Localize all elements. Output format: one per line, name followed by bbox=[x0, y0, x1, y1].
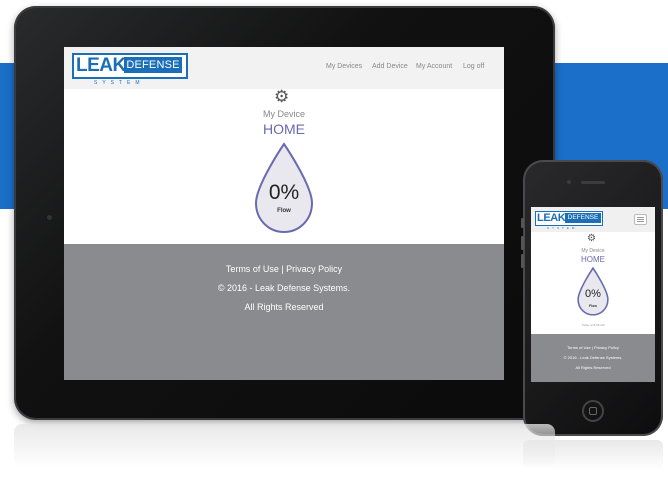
mobile-logo-system-text: SYSTEM bbox=[547, 226, 578, 230]
mobile-footer-copyright: © 2016 - Leak Defense Systems. bbox=[563, 355, 623, 360]
site-footer: Terms of Use | Privacy Policy © 2016 - L… bbox=[64, 244, 504, 380]
mobile-gear-icon[interactable]: ⚙ bbox=[587, 234, 596, 244]
footer-links[interactable]: Terms of Use | Privacy Policy bbox=[64, 264, 504, 274]
mobile-device-name: HOME bbox=[581, 255, 605, 264]
device-label: My Device bbox=[262, 109, 305, 119]
flow-percent: 0% bbox=[268, 181, 300, 204]
mobile-footer-rights: All Rights Reserved bbox=[575, 365, 611, 370]
mobile-flow-percent: 0% bbox=[585, 288, 601, 300]
footer-rights: All Rights Reserved bbox=[244, 302, 324, 312]
logo-defense-text: DEFENSE bbox=[124, 57, 182, 73]
home-button-square-icon bbox=[589, 407, 597, 415]
tablet-camera bbox=[47, 215, 52, 220]
phone-volume-down bbox=[521, 254, 524, 268]
nav-my-devices[interactable]: My Devices bbox=[326, 63, 362, 70]
tablet-reflection bbox=[14, 424, 555, 468]
gear-icon[interactable]: ⚙ bbox=[274, 88, 289, 105]
phone-volume-up bbox=[521, 236, 524, 250]
phone-speaker bbox=[581, 181, 605, 184]
phone-reflection bbox=[523, 440, 663, 470]
mobile-footer: Terms of Use | Privacy Policy © 2016 - L… bbox=[531, 334, 655, 382]
phone-camera bbox=[567, 180, 571, 184]
tablet-screen: LEAK DEFENSE SYSTEM My Devices Add Devic… bbox=[64, 47, 504, 380]
nav-add-device[interactable]: Add Device bbox=[372, 63, 408, 70]
device-name: HOME bbox=[263, 121, 305, 137]
phone-screen: LEAK DEFENSE SYSTEM ⚙ My Device HOME 0% … bbox=[531, 207, 655, 382]
nav-log-off[interactable]: Log off bbox=[463, 63, 484, 70]
mobile-device-label: My Device bbox=[581, 248, 605, 254]
hamburger-menu-icon[interactable] bbox=[634, 214, 647, 225]
mobile-logo[interactable]: LEAK DEFENSE bbox=[535, 211, 603, 226]
nav-my-account[interactable]: My Account bbox=[416, 63, 452, 70]
logo-leak-text: LEAK bbox=[76, 55, 126, 76]
mobile-footer-links[interactable]: Terms of Use | Privacy Policy bbox=[531, 345, 655, 350]
mobile-timestamp: Today at 8:36 AM bbox=[581, 323, 605, 327]
phone-device: LEAK DEFENSE SYSTEM ⚙ My Device HOME 0% … bbox=[521, 160, 663, 436]
footer-copyright: © 2016 - Leak Defense Systems. bbox=[217, 283, 351, 293]
logo[interactable]: LEAK DEFENSE bbox=[72, 53, 188, 79]
phone-mute-switch bbox=[521, 218, 524, 228]
mobile-logo-defense-text: DEFENSE bbox=[565, 213, 601, 223]
mobile-logo-leak-text: LEAK bbox=[537, 212, 566, 224]
logo-system-text: SYSTEM bbox=[94, 80, 145, 86]
flow-label: Flow bbox=[277, 208, 291, 214]
mobile-flow-label: Flow bbox=[589, 304, 597, 308]
